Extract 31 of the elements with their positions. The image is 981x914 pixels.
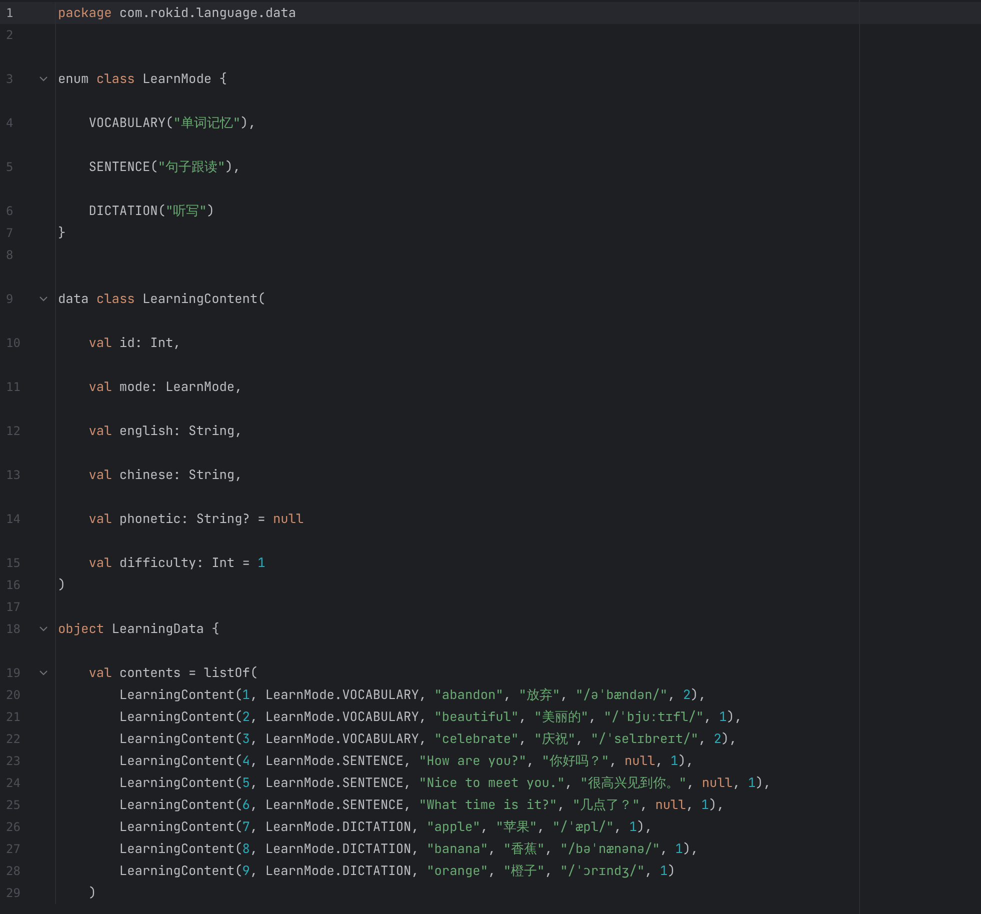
fold-chevron-icon[interactable] [39, 670, 48, 676]
code-line: object LearningData { [57, 619, 220, 639]
code-line: ) [57, 575, 66, 595]
code-line: LearningContent(2, LearnMode.VOCABULARY, "beautiful", "美丽的", "/ˈbjuːtɪfl/", 1), [118, 707, 742, 727]
fold-chevron-icon[interactable] [39, 626, 48, 632]
code-line: val contents = listOf( [88, 663, 258, 683]
code-line: val phonetic: String? = null [88, 509, 304, 529]
code-line: LearningContent(7, LearnMode.DICTATION, "apple", "苹果", "/ˈæpl/", 1), [118, 817, 652, 837]
code-line: } [57, 223, 66, 243]
code-line: val id: Int, [88, 333, 181, 353]
code-line: val english: String, [88, 421, 242, 441]
fold-chevron-icon[interactable] [39, 76, 48, 82]
line-number: 1 [5, 6, 14, 20]
code-line: val chinese: String, [88, 465, 242, 485]
code-line: DICTATION("听写") [88, 201, 215, 221]
code-line: LearningContent(3, LearnMode.VOCABULARY, "celebrate", "庆祝", "/ˈselɪbreɪt/", 2), [118, 729, 737, 749]
code-line: LearningContent(6, LearnMode.SENTENCE, "What time is it?", "几点了？", null, 1), [118, 795, 724, 815]
code-line: package com.rokid.language.data [57, 3, 296, 23]
code-line: val difficulty: Int = 1 [88, 553, 266, 573]
code-line: enum class LearnMode { [57, 69, 227, 89]
fold-chevron-icon[interactable] [39, 296, 48, 302]
code-line: LearningContent(8, LearnMode.DICTATION, "banana", "香蕉", "/bəˈnænənə/", 1), [118, 839, 698, 859]
code-line: LearningContent(1, LearnMode.VOCABULARY, "abandon", "放弃", "/əˈbændən/", 2), [118, 685, 706, 705]
code-line: val mode: LearnMode, [88, 377, 242, 397]
code-line: ) [88, 883, 96, 903]
code-line: data class LearningContent( [57, 289, 266, 309]
code-line: SENTENCE("句子跟读"), [88, 157, 241, 177]
code-line: LearningContent(5, LearnMode.SENTENCE, "Nice to meet you.", "很高兴见到你。", null, 1), [118, 773, 771, 793]
code-line: VOCABULARY("单词记忆"), [88, 113, 256, 133]
code-line: LearningContent(9, LearnMode.DICTATION, "orange", "橙子", "/ˈɔrɪndʒ/", 1) [118, 861, 676, 881]
code-line: LearningContent(4, LearnMode.SENTENCE, "How are you?", "你好吗？", null, 1), [118, 751, 694, 771]
